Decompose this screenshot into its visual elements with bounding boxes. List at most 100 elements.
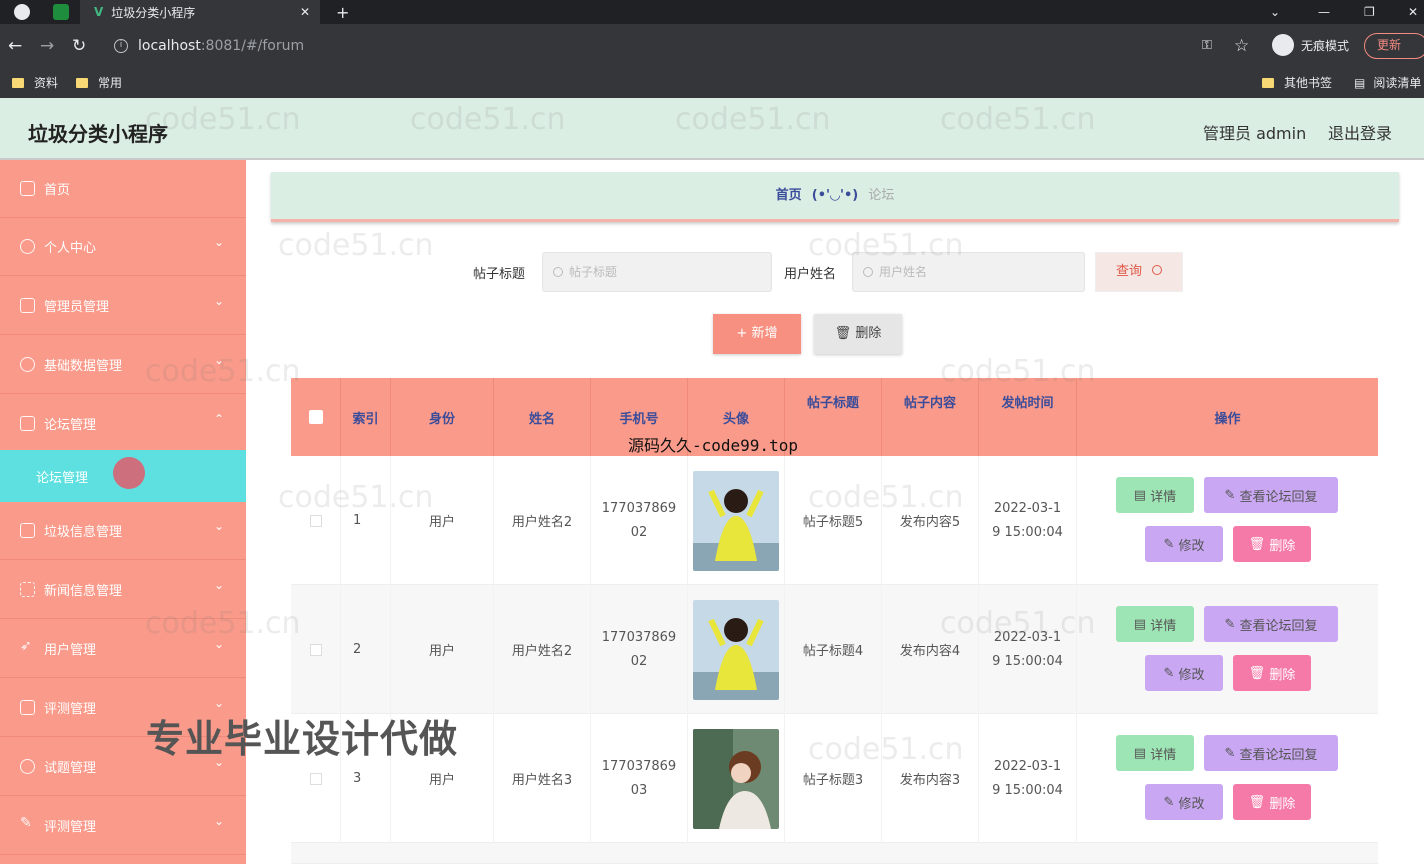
detail-button[interactable]: ▤ 详情 — [1116, 606, 1194, 642]
view-replies-button[interactable]: ✎ 查看论坛回复 — [1204, 606, 1338, 642]
browser-menu-icon[interactable] — [14, 4, 30, 20]
new-tab-button[interactable]: + — [336, 0, 349, 24]
row-checkbox[interactable] — [309, 514, 322, 527]
bookmark-label: 常用 — [98, 76, 123, 90]
file-icon: ▤ — [1133, 745, 1151, 761]
batch-delete-button[interactable]: 🗑 删除 — [814, 314, 902, 354]
browser-tabbar: V 垃圾分类小程序 ✕ + ⌄ — ❐ ✕ — [0, 0, 1424, 24]
site-info-icon[interactable]: i — [114, 39, 128, 53]
column-header[interactable]: 发帖时间 — [979, 378, 1077, 456]
bookmark-folder[interactable]: 资料 — [12, 74, 58, 91]
sidebar-item-users[interactable]: ➶ 用户管理 ⌄ — [0, 620, 246, 678]
url-field[interactable]: i localhost :8081/#/forum — [108, 30, 1258, 62]
delete-button[interactable]: 🗑 删除 — [1233, 784, 1311, 820]
user-search-input[interactable]: 用户姓名 — [852, 252, 1085, 292]
detail-button[interactable]: ▤ 详情 — [1116, 735, 1194, 771]
update-button[interactable]: 更新 — [1364, 33, 1424, 59]
edit-icon: ✎ — [1224, 487, 1240, 503]
view-replies-button[interactable]: ✎ 查看论坛回复 — [1204, 735, 1338, 771]
name-cell: 用户姓名2 — [494, 585, 591, 714]
restore-icon[interactable]: ❐ — [1364, 0, 1375, 24]
table-row-partial — [291, 843, 1378, 864]
row-checkbox[interactable] — [309, 643, 322, 656]
column-header[interactable]: 身份 — [391, 378, 494, 456]
remove-label: 删除 — [1269, 796, 1296, 812]
app-title: 垃圾分类小程序 — [28, 122, 168, 146]
phone-line: 177037869 — [601, 500, 677, 516]
chevron-down-icon: ⌄ — [214, 814, 225, 828]
send-icon: ➶ — [20, 638, 32, 654]
sidebar-item-profile[interactable]: 个人中心 ⌄ — [0, 218, 246, 276]
column-header[interactable]: 帖子内容 — [882, 378, 979, 456]
column-header[interactable]: 帖子标题 — [785, 378, 882, 456]
select-all-checkbox[interactable] — [308, 410, 323, 424]
add-button[interactable]: + 新增 — [713, 314, 801, 354]
sidebar-item-forum[interactable]: 论坛管理 ⌃ — [0, 395, 246, 453]
detail-button[interactable]: ▤ 详情 — [1116, 477, 1194, 513]
time-line: 9 15:00:04 — [992, 782, 1063, 798]
edit-icon: ✎ — [1224, 745, 1240, 761]
breadcrumb-home[interactable]: 首页 — [776, 188, 802, 203]
reload-icon[interactable]: ↻ — [72, 36, 86, 56]
query-button[interactable]: 查询 — [1095, 252, 1183, 292]
view-replies-button[interactable]: ✎ 查看论坛回复 — [1204, 477, 1338, 513]
edit-button[interactable]: ✎ 修改 — [1145, 655, 1223, 691]
user-placeholder: 用户姓名 — [879, 265, 928, 279]
active-tab[interactable]: V 垃圾分类小程序 ✕ — [80, 0, 320, 24]
edit-icon: ✎ — [20, 815, 32, 831]
bookmark-folder[interactable]: 常用 — [76, 74, 122, 91]
column-header: 操作 — [1214, 411, 1241, 427]
reading-list[interactable]: ▤ 阅读清单 — [1354, 74, 1421, 91]
other-bookmarks[interactable]: 其他书签 — [1262, 74, 1332, 91]
sidebar-item-home[interactable]: 首页 — [0, 160, 246, 218]
reply-label: 查看论坛回复 — [1239, 747, 1318, 763]
sidebar-item-garbage[interactable]: 垃圾信息管理 ⌄ — [0, 502, 246, 560]
back-icon[interactable]: ← — [8, 36, 22, 56]
row-select-cell[interactable] — [291, 456, 341, 585]
sidebar-subitem-label: 论坛管理 — [36, 471, 89, 486]
avatar-image[interactable] — [693, 599, 779, 700]
admin-label: 管理员 admin — [1203, 124, 1307, 143]
column-header[interactable]: 姓名 — [494, 378, 591, 456]
forum-icon — [20, 416, 35, 431]
sidebar-item-label: 基础数据管理 — [44, 359, 123, 374]
avatar-cell — [688, 456, 785, 585]
ad-overlay-text: 专业毕业设计代做 — [146, 717, 459, 761]
index-cell: 1 — [341, 456, 391, 585]
avatar-image[interactable] — [693, 470, 779, 571]
title-search-input[interactable]: 帖子标题 — [542, 252, 772, 292]
delete-button[interactable]: 🗑 删除 — [1233, 526, 1311, 562]
edit-label: 修改 — [1178, 796, 1205, 812]
time-cell: 2022-03-1 9 15:00:04 — [979, 714, 1077, 843]
delete-button[interactable]: 🗑 删除 — [1233, 655, 1311, 691]
sidebar-item-admins[interactable]: 管理员管理 ⌄ — [0, 277, 246, 335]
edit-button[interactable]: ✎ 修改 — [1145, 784, 1223, 820]
row-select-cell[interactable] — [291, 585, 341, 714]
folder-icon — [12, 77, 24, 88]
sidebar-item-evaluation-2[interactable]: ✎ 评测管理 ⌄ — [0, 797, 246, 855]
sidebar-item-news[interactable]: 新闻信息管理 ⌄ — [0, 561, 246, 619]
select-all-cell[interactable] — [291, 378, 341, 456]
edit-label: 修改 — [1178, 538, 1205, 554]
star-icon[interactable]: ☆ — [1234, 36, 1249, 56]
edit-button[interactable]: ✎ 修改 — [1145, 526, 1223, 562]
close-tab-icon[interactable]: ✕ — [300, 5, 310, 19]
chevron-down-icon: ⌄ — [214, 578, 225, 592]
sidebar-item-basic-data[interactable]: 基础数据管理 ⌄ — [0, 336, 246, 394]
avatar-image[interactable] — [693, 728, 779, 829]
incognito-indicator[interactable]: 无痕模式 — [1272, 34, 1349, 56]
vue-icon: V — [94, 5, 104, 19]
content-cell: 发布内容5 — [882, 456, 979, 585]
column-header[interactable]: 索引 — [341, 378, 391, 456]
row-checkbox[interactable] — [309, 772, 322, 785]
pinned-tab-icon[interactable] — [53, 4, 69, 20]
sidebar-item-label: 论坛管理 — [44, 418, 97, 433]
close-window-icon[interactable]: ✕ — [1408, 0, 1418, 24]
minimize-icon[interactable]: — — [1318, 0, 1330, 24]
folder-icon — [1262, 77, 1274, 88]
key-icon[interactable]: ⚿ — [1202, 36, 1212, 56]
forward-icon[interactable]: → — [40, 36, 54, 56]
user-filter-label: 用户姓名 — [784, 267, 837, 282]
tab-list-icon[interactable]: ⌄ — [1270, 0, 1280, 24]
logout-link[interactable]: 退出登录 — [1328, 120, 1392, 144]
